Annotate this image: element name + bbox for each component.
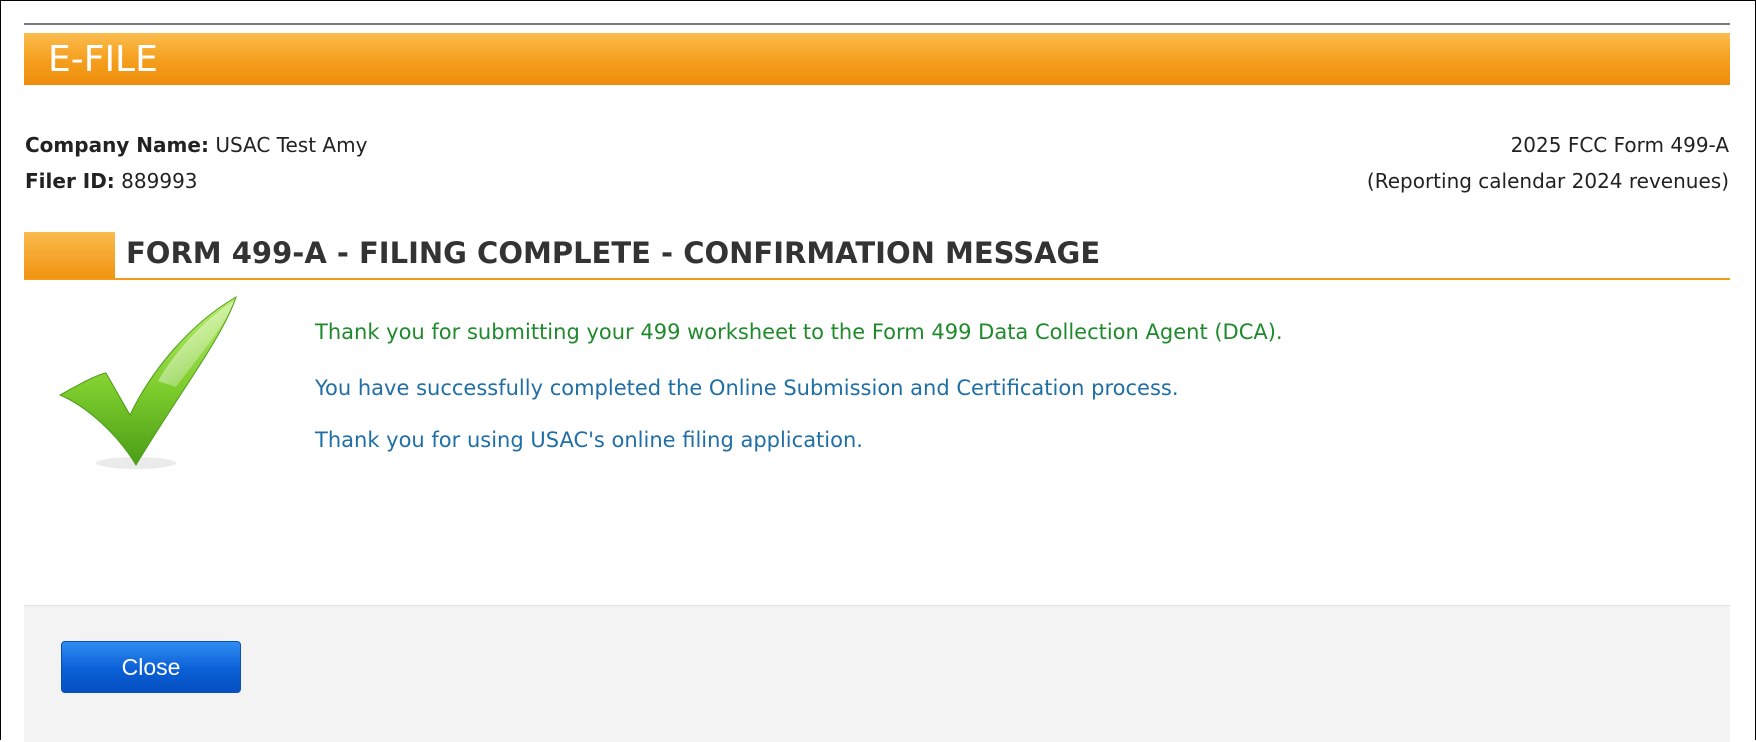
- checkmark-icon: [58, 295, 237, 469]
- confirmation-message-3: Thank you for using USAC's online filing…: [315, 428, 863, 452]
- confirmation-message-2: You have successfully completed the Onli…: [315, 376, 1179, 400]
- section-accent: [24, 232, 115, 278]
- confirmation-message-1: Thank you for submitting your 499 worksh…: [315, 320, 1283, 344]
- top-divider: [24, 23, 1730, 25]
- footer-bar: Close: [24, 605, 1730, 742]
- section-header: FORM 499-A - FILING COMPLETE - CONFIRMAT…: [24, 232, 1730, 280]
- close-button[interactable]: Close: [61, 641, 241, 693]
- form-info: 2025 FCC Form 499-A (Reporting calendar …: [1367, 127, 1729, 199]
- filer-id-value: 889993: [121, 169, 198, 193]
- filer-id-row: Filer ID: 889993: [25, 163, 367, 199]
- company-info: Company Name: USAC Test Amy Filer ID: 88…: [25, 127, 367, 199]
- efile-title: E-FILE: [48, 39, 158, 80]
- company-name-row: Company Name: USAC Test Amy: [25, 127, 367, 163]
- reporting-period: (Reporting calendar 2024 revenues): [1366, 169, 1729, 193]
- company-name-value: USAC Test Amy: [215, 133, 368, 157]
- section-title: FORM 499-A - FILING COMPLETE - CONFIRMAT…: [126, 236, 1101, 270]
- efile-header-bar: E-FILE: [24, 33, 1730, 85]
- form-name: 2025 FCC Form 499-A: [1510, 133, 1729, 157]
- company-name-label: Company Name:: [25, 133, 209, 157]
- filer-id-label: Filer ID:: [25, 169, 115, 193]
